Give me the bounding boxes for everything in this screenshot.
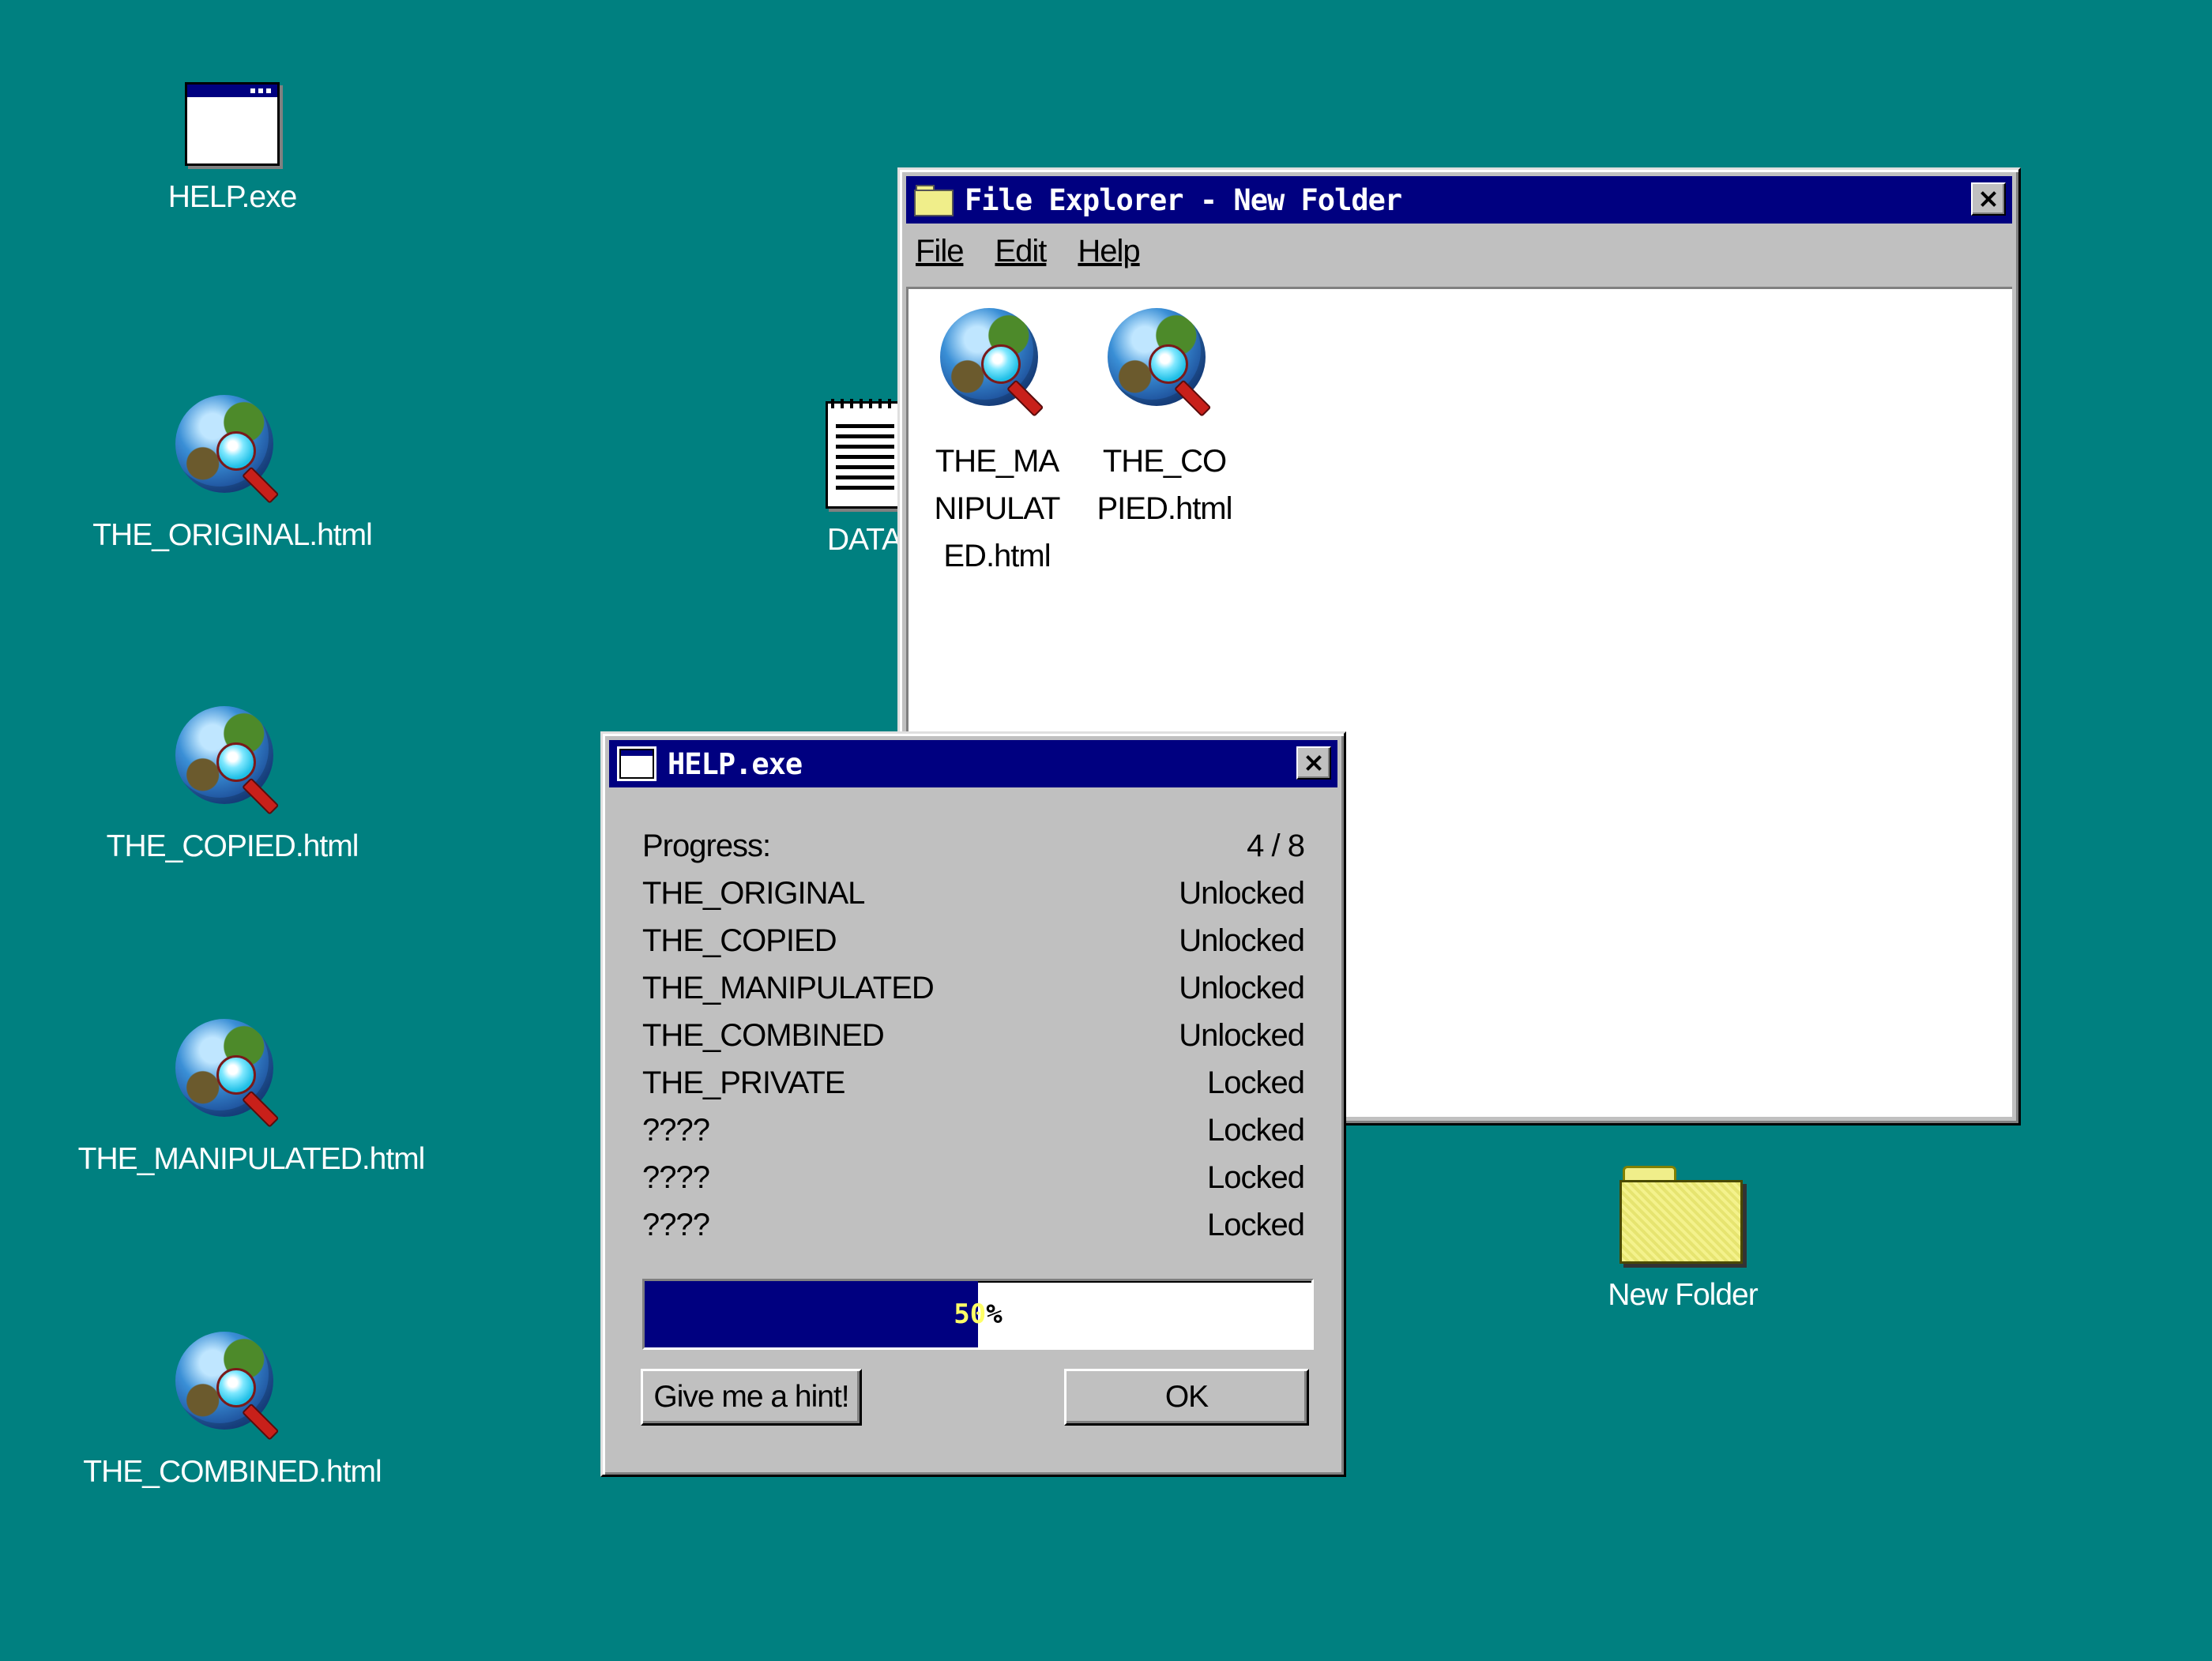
file-icon-the-copied[interactable]: THE_CO PIED.html: [1093, 305, 1236, 532]
desktop-icon-the-manipulated[interactable]: THE_MANIPULATED.html: [62, 1016, 441, 1177]
item-name: THE_MANIPULATED: [642, 970, 935, 1005]
menu-file[interactable]: File: [916, 234, 964, 269]
window-app-icon: [185, 82, 280, 166]
list-item: ???? Locked: [642, 1154, 1305, 1201]
desktop-icon-the-original[interactable]: THE_ORIGINAL.html: [43, 392, 422, 553]
list-item: ???? Locked: [642, 1107, 1305, 1154]
item-name: ????: [642, 1159, 710, 1195]
desktop-icon-the-copied[interactable]: THE_COPIED.html: [43, 703, 422, 864]
desktop: HELP.exe THE_ORIGINAL.html THE_COPIED.ht…: [0, 0, 2212, 1661]
close-icon[interactable]: [1971, 182, 2006, 216]
status-label: Unlocked: [1179, 1017, 1305, 1053]
list-item: ???? Locked: [642, 1201, 1305, 1249]
file-label: THE_MA NIPULAT ED.html: [934, 444, 1061, 573]
explorer-titlebar[interactable]: File Explorer - New Folder: [906, 176, 2012, 224]
desktop-icon-label: THE_COMBINED.html: [83, 1455, 382, 1489]
list-item: THE_COPIED Unlocked: [642, 917, 1305, 964]
item-name: THE_PRIVATE: [642, 1065, 845, 1100]
progress-count: 4 / 8: [1247, 828, 1305, 863]
globe-magnifier-icon: [174, 703, 291, 815]
list-item: THE_PRIVATE Locked: [642, 1059, 1305, 1107]
list-item: THE_MANIPULATED Unlocked: [642, 964, 1305, 1012]
desktop-icon-new-folder[interactable]: New Folder: [1493, 1166, 1872, 1313]
item-name: THE_ORIGINAL: [642, 875, 865, 911]
help-title: HELP.exe: [668, 746, 803, 781]
progress-bar: 50%: [642, 1279, 1314, 1350]
window-app-icon: [617, 746, 656, 781]
globe-magnifier-icon: [939, 305, 1055, 417]
list-item: THE_ORIGINAL Unlocked: [642, 870, 1305, 917]
menu-edit[interactable]: Edit: [995, 234, 1047, 269]
status-label: Locked: [1207, 1159, 1305, 1195]
status-label: Locked: [1207, 1207, 1305, 1242]
status-label: Unlocked: [1179, 923, 1305, 958]
status-label: Unlocked: [1179, 875, 1305, 911]
globe-magnifier-icon: [1106, 305, 1223, 417]
item-name: THE_COPIED: [642, 923, 837, 958]
desktop-icon-the-combined[interactable]: THE_COMBINED.html: [43, 1328, 422, 1490]
desktop-icon-label: HELP.exe: [167, 180, 298, 214]
notepad-icon: [826, 399, 903, 509]
menu-help[interactable]: Help: [1078, 234, 1140, 269]
progress-row: Progress: 4 / 8: [642, 822, 1305, 870]
item-name: ????: [642, 1207, 710, 1242]
ok-button[interactable]: OK: [1064, 1369, 1309, 1426]
progress-label: Progress:: [642, 828, 771, 863]
list-item: THE_COMBINED Unlocked: [642, 1012, 1305, 1059]
item-name: THE_COMBINED: [642, 1017, 885, 1053]
globe-magnifier-icon: [174, 1328, 291, 1441]
globe-magnifier-icon: [174, 392, 291, 504]
desktop-icon-label: New Folder: [1608, 1278, 1758, 1312]
desktop-icon-label: THE_COPIED.html: [106, 829, 359, 863]
progress-percent: 50%: [954, 1298, 1003, 1330]
item-name: ????: [642, 1112, 710, 1148]
folder-icon: [914, 185, 954, 216]
desktop-icon-label: THE_MANIPULATED.html: [77, 1142, 426, 1176]
help-dialog[interactable]: HELP.exe Progress: 4 / 8 THE_ORIGINAL Un…: [600, 731, 1346, 1477]
status-label: Locked: [1207, 1112, 1305, 1148]
help-titlebar[interactable]: HELP.exe: [609, 740, 1337, 787]
status-label: Unlocked: [1179, 970, 1305, 1005]
explorer-menubar: File Edit Help: [906, 224, 2012, 279]
close-icon[interactable]: [1296, 746, 1331, 780]
desktop-icon-help-exe[interactable]: HELP.exe: [43, 82, 422, 215]
desktop-icon-label: THE_ORIGINAL.html: [92, 518, 373, 552]
status-label: Locked: [1207, 1065, 1305, 1100]
hint-button[interactable]: Give me a hint!: [641, 1369, 862, 1426]
file-label: THE_CO PIED.html: [1097, 444, 1232, 526]
folder-icon: [1620, 1166, 1746, 1264]
file-icon-the-manipulated[interactable]: THE_MA NIPULAT ED.html: [926, 305, 1068, 580]
globe-magnifier-icon: [174, 1016, 291, 1128]
progress-list: Progress: 4 / 8 THE_ORIGINAL Unlocked TH…: [642, 822, 1305, 1249]
explorer-title: File Explorer - New Folder: [965, 182, 1402, 217]
